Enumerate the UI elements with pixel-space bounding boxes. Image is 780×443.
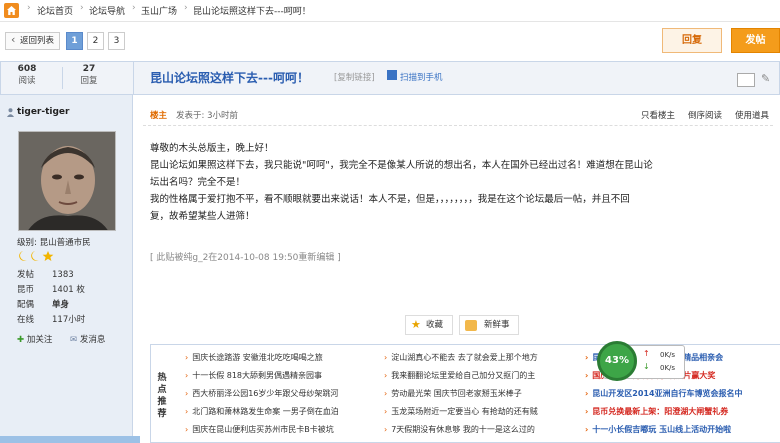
replies-label: 回复	[80, 76, 98, 86]
post-role-badge: 楼主	[150, 111, 168, 121]
profile-value: 117小时	[52, 315, 86, 325]
breadcrumb-yushan-square[interactable]: 玉山广场	[141, 4, 177, 17]
breadcrumb-separator: ›	[184, 3, 188, 13]
hot-topic-link[interactable]: 劳动最光荣 国庆节回老家掰玉米棒子	[384, 388, 576, 399]
font-size-select[interactable]	[737, 73, 755, 87]
post-line: 昆山论坛如果照这样下去，我只能说"呵呵"，我完全不是像某人所说的想出名，本人在国…	[150, 160, 653, 171]
user-icon	[7, 108, 14, 117]
hot-topic-link[interactable]: 国庆在昆山便利店买苏州市民卡B卡被坑	[185, 424, 385, 435]
hot-topic-link[interactable]: 昆币兑换最新上架：阳澄湖大闸蟹礼券	[585, 406, 780, 417]
profile-posts: 发帖 1383	[17, 268, 74, 280]
message-label: 发消息	[79, 335, 106, 345]
profile-spouse: 配偶 单身	[17, 298, 69, 310]
breadcrumb-forum-home[interactable]: 论坛首页	[37, 4, 73, 17]
new-post-button[interactable]: 发帖	[731, 28, 780, 53]
follow-button[interactable]: ✚ 加关注	[17, 333, 52, 345]
wrench-icon[interactable]: ✎	[761, 72, 770, 85]
views-count: 608	[17, 64, 37, 74]
copy-link-button[interactable]: [复制链接]	[334, 71, 375, 83]
reverse-order-link[interactable]: 倒序阅读	[688, 109, 722, 121]
upload-arrow-icon: ↑	[643, 349, 650, 358]
post-time: 发表于: 3小时前	[176, 111, 238, 121]
username[interactable]: tiger-tiger	[17, 107, 69, 117]
profile-value: 1401 枚	[52, 285, 85, 295]
hot-topic-link[interactable]: 十一小长假吉嘟玩 玉山线上活动开始啦	[585, 424, 780, 435]
hot-topic-link[interactable]: 北门路和萧林路发生命案 一男子倒在血泊	[185, 406, 385, 417]
network-percent[interactable]: 43%	[597, 341, 637, 381]
post-line: 尊敬的木头总版主，晚上好！	[150, 143, 274, 154]
views-stat: 608 阅读	[2, 64, 52, 86]
profile-coins: 昆币 1401 枚	[17, 283, 85, 295]
stat-divider	[62, 67, 63, 89]
envelope-icon: ✉	[70, 335, 78, 345]
profile-key: 昆币	[17, 285, 35, 295]
breadcrumb-separator: ›	[80, 3, 84, 13]
breadcrumb-separator: ›	[27, 3, 31, 13]
download-speed: 0K/s	[660, 364, 676, 372]
post-line: 我的性格属于爱打抱不平，看不顺眼就要出来说话！本人不是，但是，，，，，，，，我是…	[150, 194, 630, 205]
hot-topic-link[interactable]: 西大桥丽泽公园16岁少年跟父母纱架跳河	[185, 388, 385, 399]
profile-key: 在线	[17, 315, 35, 325]
avatar[interactable]	[18, 131, 116, 231]
scan-to-phone-link[interactable]: 扫描到手机	[400, 71, 443, 83]
hot-topic-link[interactable]: 7天假期没有休息够 我的十一是这么过的	[384, 424, 576, 435]
replies-count: 27	[82, 64, 96, 74]
post-line: 坛出名吗？完全不是！	[150, 177, 246, 188]
post-line: 复，故希望某些人进筛！	[150, 211, 255, 222]
download-arrow-icon: ↓	[643, 362, 650, 371]
hot-topic-link[interactable]: 淀山湖真心不能去 去了就会爱上那个地方	[384, 352, 576, 363]
hot-topic-link[interactable]: 昆山开发区2014亚洲自行车博览会报名中	[585, 388, 780, 399]
only-author-link[interactable]: 只看楼主	[641, 109, 675, 121]
qr-code-icon[interactable]	[387, 70, 397, 80]
back-to-list-button[interactable]: 返回列表	[5, 32, 60, 50]
hot-topic-link[interactable]: 国庆长途踏游 安徽淮北吃吃喝喝之旅	[185, 352, 385, 363]
bottom-scroll-strip	[0, 436, 140, 443]
breadcrumb-separator: ›	[132, 3, 136, 13]
use-item-link[interactable]: 使用道具	[735, 109, 769, 121]
fresh-icon	[465, 320, 477, 331]
upload-speed: 0K/s	[660, 351, 676, 359]
follow-label: 加关注	[26, 335, 53, 345]
thread-title: 昆山论坛照这样下去---呵呵！	[150, 71, 309, 85]
profile-key: 发帖	[17, 270, 35, 280]
breadcrumb-current-thread[interactable]: 昆山论坛照这样下去---呵呵！	[193, 4, 311, 17]
profile-key: 配偶	[17, 300, 35, 310]
level-moon-icon	[19, 251, 54, 261]
page-1-button[interactable]: 1	[66, 32, 83, 50]
profile-online: 在线 117小时	[17, 313, 85, 325]
reply-button[interactable]: 回复	[662, 28, 722, 53]
post-divider	[143, 125, 773, 126]
views-label: 阅读	[18, 76, 36, 86]
hot-topics-label: 热点推荐	[157, 373, 167, 419]
fresh-label: 新鲜事	[484, 320, 510, 330]
plus-icon: ✚	[17, 335, 25, 345]
message-button[interactable]: ✉ 发消息	[70, 333, 105, 345]
page-2-button[interactable]: 2	[87, 32, 104, 50]
page-3-button[interactable]: 3	[108, 32, 125, 50]
fresh-news-button[interactable]: 新鲜事	[459, 315, 519, 335]
replies-stat: 27 回复	[64, 64, 114, 86]
home-icon[interactable]	[4, 3, 19, 18]
favorite-button[interactable]: ★ 收藏	[405, 315, 453, 335]
hot-topic-link[interactable]: 玉龙菜场附近一定要当心 有抢劫的还有贼	[384, 406, 576, 417]
hot-topic-link[interactable]: 十一长假 818大舔剩男偶遇精亲园事	[185, 370, 385, 381]
user-level: 级别: 昆山普通市民	[17, 238, 91, 248]
profile-value: 单身	[52, 300, 70, 310]
edit-note: [ 此贴被纯g_2在2014-10-08 19:50重新编辑 ]	[150, 253, 341, 263]
breadcrumb-forum-nav[interactable]: 论坛导航	[89, 4, 125, 17]
hot-topic-link[interactable]: 我来翻翻论坛里爱给自己加分又抠门的主	[384, 370, 576, 381]
star-icon: ★	[411, 318, 421, 331]
profile-value: 1383	[52, 270, 74, 280]
favorite-label: 收藏	[426, 320, 444, 330]
